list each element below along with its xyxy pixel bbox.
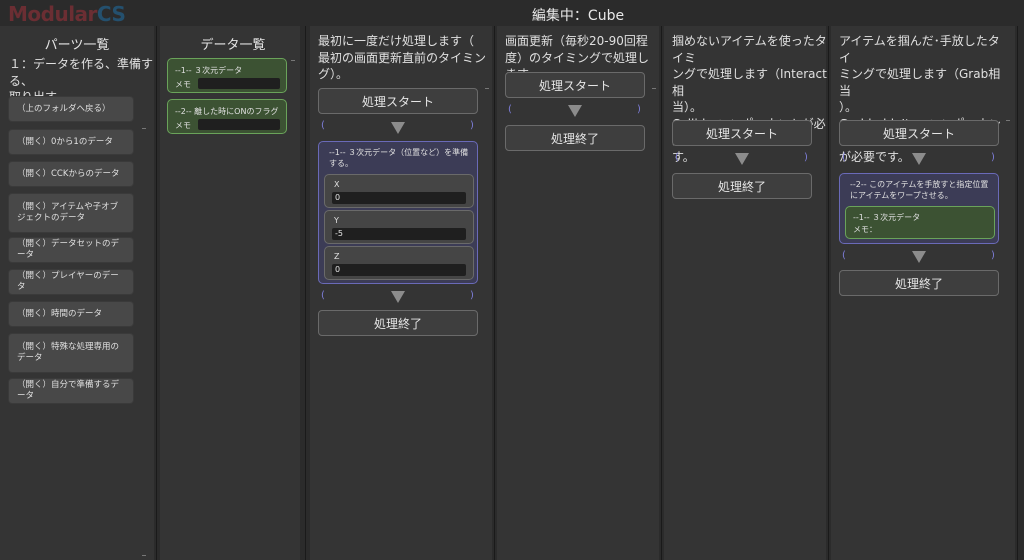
divider[interactable] (494, 26, 495, 560)
paren-open: ( (675, 152, 679, 163)
nested-data-label: --1-- ３次元データ (853, 213, 921, 222)
scrollbar-marker[interactable] (485, 88, 489, 89)
field-label-x: X (334, 180, 340, 189)
paren-close: ) (470, 290, 474, 301)
divider[interactable] (828, 26, 829, 560)
field-input-z[interactable]: 0 (332, 264, 466, 276)
memo-field[interactable] (198, 78, 280, 89)
divider[interactable] (1017, 26, 1018, 560)
nested-memo-label: メモ： (853, 225, 877, 234)
down-arrow-icon (735, 153, 749, 165)
process-block-title: --2-- このアイテムを手放すと指定位置にアイテムをワープさせる。 (850, 180, 989, 200)
nav-item-item-child-data[interactable]: （開く）アイテムや子オブジェクトのデータ (8, 193, 134, 233)
process-end-button[interactable]: 処理終了 (839, 270, 999, 296)
process-end-button[interactable]: 処理終了 (672, 173, 812, 199)
data-card[interactable]: --2-- 離した時にONのフラグ メモ (167, 99, 287, 134)
nav-item-up-folder[interactable]: （上のフォルダへ戻る） (8, 96, 134, 122)
nav-item-time-data[interactable]: （開く）時間のデータ (8, 301, 134, 327)
paren-open: ( (508, 104, 512, 115)
paren-open: ( (321, 290, 325, 301)
divider[interactable] (305, 26, 306, 560)
nav-item-player-data[interactable]: （開く）プレイヤーのデータ (8, 269, 134, 295)
memo-label: メモ (175, 121, 191, 130)
nested-data-card[interactable]: --1-- ３次元データ メモ： (845, 206, 995, 239)
nav-item-dataset-data[interactable]: （開く）データセットのデータ (8, 237, 134, 263)
down-arrow-icon (391, 122, 405, 134)
field-input-x[interactable]: 0 (332, 192, 466, 204)
scrollbar-marker[interactable] (142, 555, 146, 556)
nav-item-custom-data[interactable]: （開く）自分で準備するデータ (8, 378, 134, 404)
down-arrow-icon (391, 291, 405, 303)
vector-field-z[interactable]: Z 0 (324, 246, 474, 280)
paren-close: ) (804, 152, 808, 163)
memo-label: メモ (175, 80, 191, 89)
scrollbar-marker[interactable] (652, 88, 656, 89)
nav-item-0-to-1-data[interactable]: （開く）0から1のデータ (8, 129, 134, 155)
process-start-button[interactable]: 処理スタート (672, 120, 812, 146)
process-end-button[interactable]: 処理終了 (505, 125, 645, 151)
memo-field[interactable] (198, 119, 280, 130)
nav-item-cck-data[interactable]: （開く）CCKからのデータ (8, 161, 134, 187)
data-card-label: --2-- 離した時にONのフラグ (175, 107, 279, 116)
vector-field-x[interactable]: X 0 (324, 174, 474, 208)
process-start-button[interactable]: 処理スタート (839, 120, 999, 146)
down-arrow-icon (912, 153, 926, 165)
data-card[interactable]: --1-- ３次元データ メモ (167, 58, 287, 93)
process-block-warp-on-release[interactable]: --2-- このアイテムを手放すと指定位置にアイテムをワープさせる。 --1--… (839, 173, 999, 244)
data-panel-title: データ一覧 (200, 38, 266, 53)
paren-open: ( (842, 152, 846, 163)
field-label-z: Z (334, 252, 340, 261)
paren-close: ) (470, 120, 474, 131)
process-end-button[interactable]: 処理終了 (318, 310, 478, 336)
process-block-prepare-vector[interactable]: --1-- ３次元データ（位置など）を準備する。 X 0 Y -5 Z 0 (318, 141, 478, 284)
divider[interactable] (156, 26, 157, 560)
paren-close: ) (991, 152, 995, 163)
data-card-label: --1-- ３次元データ (175, 66, 243, 75)
divider[interactable] (661, 26, 662, 560)
process-start-button[interactable]: 処理スタート (505, 72, 645, 98)
process-start-button[interactable]: 処理スタート (318, 88, 478, 114)
process-block-title: --1-- ３次元データ（位置など）を準備する。 (329, 148, 469, 168)
field-input-y[interactable]: -5 (332, 228, 466, 240)
down-arrow-icon (912, 251, 926, 263)
parts-panel-title: パーツ一覧 (44, 38, 110, 53)
scrollbar-marker[interactable] (142, 128, 146, 129)
first-column-description: 最初に一度だけ処理します（ 最初の画面更新直前のタイミン グ）。 (318, 34, 487, 81)
paren-open: ( (842, 250, 846, 261)
scrollbar-marker[interactable] (291, 60, 295, 61)
paren-open: ( (321, 120, 325, 131)
down-arrow-icon (568, 105, 582, 117)
field-label-y: Y (334, 216, 339, 225)
nav-item-special-data[interactable]: （開く）特殊な処理専用のデータ (8, 333, 134, 373)
window-title: 編集中：Cube (531, 8, 625, 24)
vector-field-y[interactable]: Y -5 (324, 210, 474, 244)
paren-close: ) (991, 250, 995, 261)
paren-close: ) (637, 104, 641, 115)
